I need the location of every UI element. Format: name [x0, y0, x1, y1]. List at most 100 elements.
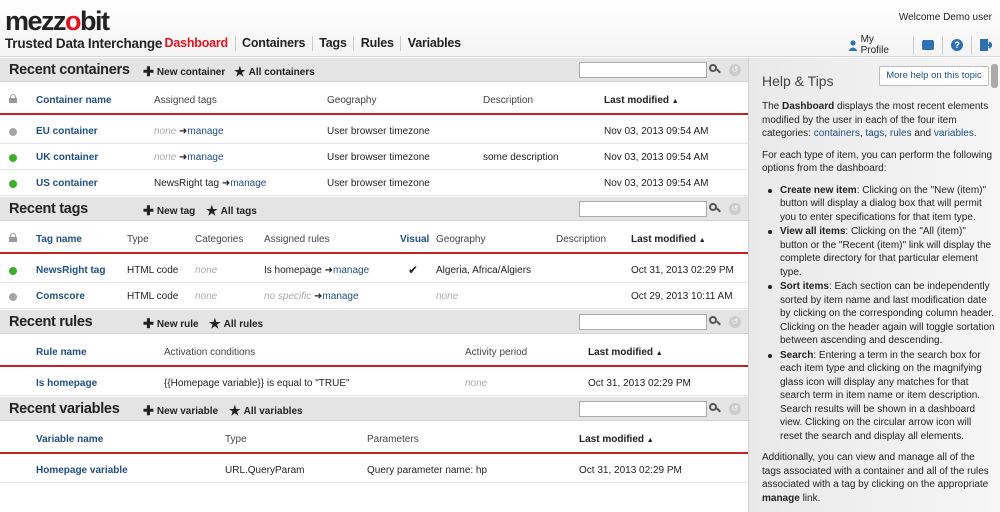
status-dot: [9, 180, 17, 188]
mail-button[interactable]: [913, 36, 942, 54]
new-variable-button[interactable]: ✚ New variable: [143, 403, 218, 419]
variables-search-input[interactable]: [579, 401, 707, 417]
new-variable-label: New variable: [156, 406, 219, 417]
table-row: EU container none ➜manage User browser t…: [0, 118, 748, 144]
col-last-modified-label: Last modified: [631, 234, 697, 245]
assigned-tags-cell: NewsRight tag ➜manage: [154, 178, 266, 189]
nav-rules[interactable]: Rules: [353, 36, 400, 51]
reset-search-icon[interactable]: ↺: [729, 203, 741, 215]
rules-title[interactable]: Recent rules: [9, 314, 93, 330]
col-rule-name[interactable]: Rule name: [36, 347, 87, 358]
reset-search-icon[interactable]: ↺: [729, 64, 741, 76]
help-link-containers[interactable]: containers: [814, 128, 860, 139]
visual-check-icon: ✔: [408, 263, 419, 277]
col-last-modified[interactable]: Last modified ▲: [588, 347, 663, 358]
search-icon[interactable]: [709, 316, 721, 327]
help-link-tags[interactable]: tags: [865, 128, 884, 139]
assigned-tags-cell: none ➜manage: [154, 126, 224, 137]
col-last-modified-label: Last modified: [579, 434, 645, 445]
plus-icon: ✚: [143, 203, 154, 218]
rule-name-link[interactable]: Is homepage: [36, 378, 97, 389]
new-container-label: New container: [156, 67, 226, 78]
nav-tags[interactable]: Tags: [311, 36, 353, 51]
new-rule-label: New rule: [156, 319, 199, 330]
assigned-tags-cell: none ➜manage: [154, 152, 224, 163]
plus-icon: ✚: [143, 403, 154, 418]
logout-button[interactable]: [971, 36, 1000, 54]
header-actions: My Profile ?: [848, 34, 1000, 56]
tags-search-input[interactable]: [579, 201, 707, 217]
my-profile-link[interactable]: My Profile: [848, 34, 913, 56]
manage-link[interactable]: manage: [322, 291, 358, 302]
variables-title[interactable]: Recent variables: [9, 401, 120, 417]
last-modified-cell: Nov 03, 2013 09:54 AM: [604, 126, 709, 137]
help-options-intro: For each type of item, you can perform t…: [762, 149, 993, 175]
all-variables-button[interactable]: ★ All variables: [229, 403, 303, 419]
col-type: Type: [225, 434, 247, 445]
manage-link[interactable]: manage: [187, 152, 223, 163]
tags-title[interactable]: Recent tags: [9, 201, 88, 217]
manage-link[interactable]: manage: [230, 178, 266, 189]
reset-search-icon[interactable]: ↺: [729, 403, 741, 415]
col-visual[interactable]: Visual: [400, 234, 429, 245]
all-variables-label: All variables: [243, 406, 303, 417]
container-name-link[interactable]: US container: [36, 178, 98, 189]
new-rule-button[interactable]: ✚ New rule: [143, 316, 199, 332]
tag-name-link[interactable]: NewsRight tag: [36, 265, 105, 276]
manage-link[interactable]: manage: [333, 265, 369, 276]
col-last-modified[interactable]: Last modified ▲: [631, 234, 706, 245]
assigned-tags-value: none: [154, 152, 177, 163]
containers-title[interactable]: Recent containers: [9, 62, 130, 78]
search-icon[interactable]: [709, 203, 721, 214]
new-tag-button[interactable]: ✚ New tag: [143, 203, 195, 219]
logo-accent: o: [65, 6, 82, 36]
col-assigned-tags: Assigned tags: [154, 95, 217, 106]
search-icon[interactable]: [709, 403, 721, 414]
help-link-variables[interactable]: variables: [934, 128, 974, 139]
logo[interactable]: mezzobit: [5, 6, 110, 36]
last-modified-cell: Oct 31, 2013 02:29 PM: [579, 465, 682, 476]
col-last-modified[interactable]: Last modified ▲: [579, 434, 654, 445]
assigned-rules-value: no specific: [264, 291, 312, 302]
help-link-rules[interactable]: rules: [890, 128, 912, 139]
containers-column-header: Container name Assigned tags Geography D…: [0, 83, 748, 115]
all-rules-button[interactable]: ★ All rules: [209, 316, 263, 332]
col-tag-name[interactable]: Tag name: [36, 234, 82, 245]
help-button[interactable]: ?: [942, 36, 971, 54]
assigned-rules-cell: Is homepage ➜manage: [264, 265, 369, 276]
variable-name-link[interactable]: Homepage variable: [36, 465, 128, 476]
col-activation-conditions: Activation conditions: [164, 347, 256, 358]
all-tags-label: All tags: [220, 206, 257, 217]
more-help-button[interactable]: More help on this topic: [879, 66, 989, 86]
rules-search-input[interactable]: [579, 314, 707, 330]
help-title: Help & Tips: [762, 73, 834, 89]
col-container-name[interactable]: Container name: [36, 95, 112, 106]
all-tags-button[interactable]: ★ All tags: [206, 203, 257, 219]
container-name-link[interactable]: UK container: [36, 152, 98, 163]
reset-search-icon[interactable]: ↺: [729, 316, 741, 328]
col-description: Description: [483, 95, 534, 106]
rules-column-header: Rule name Activation conditions Activity…: [0, 335, 748, 367]
col-categories: Categories: [195, 234, 244, 245]
last-modified-cell: Oct 31, 2013 02:29 PM: [588, 378, 691, 389]
user-icon: [848, 39, 858, 51]
manage-link[interactable]: manage: [187, 126, 223, 137]
nav-dashboard[interactable]: Dashboard: [158, 36, 235, 51]
container-name-link[interactable]: EU container: [36, 126, 98, 137]
nav-variables[interactable]: Variables: [400, 36, 467, 51]
sidebar-scrollbar[interactable]: [991, 64, 998, 88]
help-intro: The Dashboard displays the most recent e…: [762, 101, 989, 139]
all-containers-button[interactable]: ★ All containers: [234, 64, 315, 80]
geography-cell: User browser timezone: [327, 126, 430, 137]
col-last-modified[interactable]: Last modified ▲: [604, 95, 679, 106]
containers-search-input[interactable]: [579, 62, 707, 78]
nav-containers[interactable]: Containers: [234, 36, 312, 51]
new-container-button[interactable]: ✚ New container: [143, 64, 225, 80]
last-modified-cell: Nov 03, 2013 09:54 AM: [604, 178, 709, 189]
list-item: Create new item: Clicking on the "New (i…: [768, 184, 995, 225]
col-variable-name[interactable]: Variable name: [36, 434, 103, 445]
status-dot: [9, 154, 17, 162]
search-icon[interactable]: [709, 64, 721, 75]
tag-name-link[interactable]: Comscore: [36, 291, 85, 302]
arrow-icon: ➜: [221, 178, 231, 189]
